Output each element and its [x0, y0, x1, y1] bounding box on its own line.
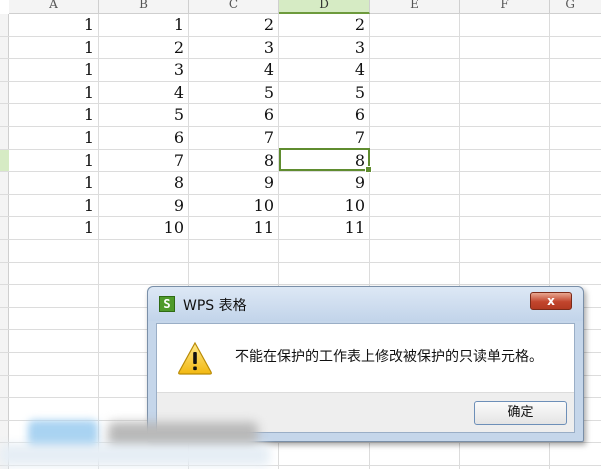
cell-b9[interactable]: 9: [99, 195, 189, 217]
cell-c9[interactable]: 10: [189, 195, 279, 217]
wps-logo-icon: S: [159, 296, 175, 312]
fill-handle[interactable]: [365, 166, 372, 173]
cell-a6[interactable]: 1: [9, 127, 99, 149]
close-button[interactable]: x: [530, 292, 572, 310]
blur-patch-light: [0, 444, 270, 466]
warning-icon: [178, 341, 212, 375]
cell-a7[interactable]: 1: [9, 150, 99, 172]
cell-a2[interactable]: 1: [9, 37, 99, 59]
dialog-title: WPS 表格: [183, 298, 247, 314]
row-header-strip[interactable]: [0, 14, 9, 469]
dialog-body: 不能在保护的工作表上修改被保护的只读单元格。 确定: [156, 323, 575, 433]
cell-b10[interactable]: 10: [99, 217, 189, 239]
cell-c8[interactable]: 9: [189, 172, 279, 194]
column-header-b[interactable]: B: [99, 0, 189, 14]
cell-d2[interactable]: 3: [279, 37, 370, 59]
cell-b7[interactable]: 7: [99, 150, 189, 172]
cell-c4[interactable]: 5: [189, 82, 279, 104]
cell-c3[interactable]: 4: [189, 59, 279, 81]
cell-a4[interactable]: 1: [9, 82, 99, 104]
blurred-watermark: [0, 418, 270, 469]
cell-d10[interactable]: 11: [279, 217, 370, 239]
column-header-f[interactable]: F: [460, 0, 550, 14]
selected-row-marker: [0, 149, 9, 171]
active-cell-border[interactable]: [279, 148, 372, 173]
cell-d4[interactable]: 5: [279, 82, 370, 104]
ok-button[interactable]: 确定: [474, 401, 567, 425]
cell-a1[interactable]: 1: [9, 14, 99, 36]
cell-b8[interactable]: 8: [99, 172, 189, 194]
cell-a8[interactable]: 1: [9, 172, 99, 194]
cell-c7[interactable]: 8: [189, 150, 279, 172]
column-header-g[interactable]: G: [550, 0, 601, 14]
grid-hline: [0, 239, 601, 240]
cell-c6[interactable]: 7: [189, 127, 279, 149]
grid-hline: [0, 262, 601, 263]
cell-b4[interactable]: 4: [99, 82, 189, 104]
column-header-d[interactable]: D: [279, 0, 370, 14]
cell-a3[interactable]: 1: [9, 59, 99, 81]
cell-d1[interactable]: 2: [279, 14, 370, 36]
cell-c1[interactable]: 2: [189, 14, 279, 36]
cell-d3[interactable]: 4: [279, 59, 370, 81]
cell-b5[interactable]: 5: [99, 104, 189, 126]
cell-a9[interactable]: 1: [9, 195, 99, 217]
cell-d6[interactable]: 7: [279, 127, 370, 149]
column-header-e[interactable]: E: [370, 0, 460, 14]
dialog-message-area: 不能在保护的工作表上修改被保护的只读单元格。: [157, 324, 574, 392]
column-header-a[interactable]: A: [9, 0, 99, 14]
dialog-message: 不能在保护的工作表上修改被保护的只读单元格。: [235, 349, 543, 365]
cell-b1[interactable]: 1: [99, 14, 189, 36]
grid-hline: [0, 284, 601, 285]
cell-b6[interactable]: 6: [99, 127, 189, 149]
column-header-c[interactable]: C: [189, 0, 279, 14]
cell-a10[interactable]: 1: [9, 217, 99, 239]
cell-c2[interactable]: 3: [189, 37, 279, 59]
dialog-title-bar[interactable]: S WPS 表格 x: [148, 287, 583, 321]
cell-d5[interactable]: 6: [279, 104, 370, 126]
cell-d9[interactable]: 10: [279, 195, 370, 217]
cell-c10[interactable]: 11: [189, 217, 279, 239]
cell-c5[interactable]: 6: [189, 104, 279, 126]
cell-b2[interactable]: 2: [99, 37, 189, 59]
cell-a5[interactable]: 1: [9, 104, 99, 126]
cell-d8[interactable]: 9: [279, 172, 370, 194]
cell-b3[interactable]: 3: [99, 59, 189, 81]
